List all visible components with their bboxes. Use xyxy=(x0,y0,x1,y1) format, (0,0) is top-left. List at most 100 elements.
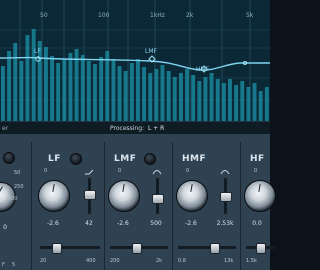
spectrum-bar xyxy=(13,43,18,121)
lf-q-fader[interactable] xyxy=(84,190,96,200)
hmf-freq-max: 13k xyxy=(224,258,234,264)
band-title-lf: LF xyxy=(48,154,61,164)
spectrum-bar xyxy=(203,77,208,121)
lf-freq-min: 20 xyxy=(40,258,47,264)
lmf-gain-zero: 0 xyxy=(118,168,122,174)
left-bottom-5: 5 xyxy=(12,262,16,268)
lmf-freq-slider[interactable] xyxy=(132,243,142,254)
node-label-lf: LF xyxy=(34,48,41,55)
hmf-freq-min: 0.8 xyxy=(178,258,186,264)
spectrum-bar xyxy=(228,79,232,121)
spectrum-bar xyxy=(191,75,196,121)
freq-label-50: 50 xyxy=(40,12,48,19)
spectrum-bar xyxy=(80,55,85,121)
control-panel: 50 250 500 0 F 5 LF 0 -2.6 42 20 400 LMF… xyxy=(0,134,276,270)
hf-freq-slider[interactable] xyxy=(256,243,266,254)
band-title-lmf: LMF xyxy=(114,154,137,164)
spectrum-bar xyxy=(19,61,24,121)
processing-label: Processing: xyxy=(110,125,145,132)
spectrum-bar xyxy=(1,66,5,121)
lf-freq-max: 400 xyxy=(86,258,96,264)
spectrum-bar xyxy=(99,57,104,121)
left-scale-500: 500 xyxy=(8,196,18,202)
input-bypass-button[interactable] xyxy=(3,152,15,164)
lf-gain-knob[interactable] xyxy=(38,180,70,212)
spectrum-bar xyxy=(105,51,110,121)
spectrum-bar xyxy=(68,53,73,121)
spectrum-bar xyxy=(258,91,263,121)
spectrum-bar xyxy=(179,73,183,121)
spectrum-bar xyxy=(142,67,146,121)
spectrum-bar xyxy=(50,56,54,121)
lmf-gain-knob[interactable] xyxy=(108,180,140,212)
lf-freq-slider[interactable] xyxy=(52,243,62,254)
hf-gain-value: 0.0 xyxy=(252,220,262,227)
spectrum-bar xyxy=(62,59,67,121)
spectrum-bar xyxy=(31,29,36,121)
processing-mode-select[interactable]: L + R xyxy=(148,125,164,132)
spectrum-bar xyxy=(252,83,257,121)
lf-gain-value: -2.6 xyxy=(47,220,59,227)
spectrum-bar xyxy=(111,59,116,121)
spectrum-bar xyxy=(209,73,214,121)
status-left-text: er xyxy=(2,125,9,132)
spectrum-bar xyxy=(221,83,226,121)
lowshelf-icon xyxy=(85,169,94,175)
hmf-gain-knob[interactable] xyxy=(176,180,208,212)
lmf-q-value: 500 xyxy=(150,220,162,227)
hmf-freq-slider[interactable] xyxy=(210,243,220,254)
hmf-freq-slider-track xyxy=(178,246,236,249)
spectrum-bar xyxy=(7,51,11,121)
spectrum-bar xyxy=(117,66,122,121)
lmf-gain-value: -2.6 xyxy=(117,220,129,227)
freq-label-5k: 5k xyxy=(246,12,254,19)
spectrum-bar xyxy=(154,69,159,121)
freq-label-2k: 2k xyxy=(186,12,194,19)
status-bar: er Processing: L + R xyxy=(0,121,270,135)
lmf-q-fader[interactable] xyxy=(152,194,164,204)
bell-icon xyxy=(152,170,162,175)
spectrum-bar xyxy=(148,73,153,121)
spectrum-bar xyxy=(136,59,140,121)
lmf-freq-min: 200 xyxy=(110,258,120,264)
hf-gain-zero: 0 xyxy=(254,168,258,174)
lf-q-value: 42 xyxy=(85,220,93,227)
lmf-freq-max: 2k xyxy=(156,258,163,264)
left-bottom-f: F xyxy=(2,262,5,268)
lmf-bypass-button[interactable] xyxy=(144,153,156,165)
spectrum-bar xyxy=(197,81,202,121)
spectrum-bar xyxy=(56,63,61,121)
spectrum-bar xyxy=(160,65,165,121)
spectrum-bar xyxy=(234,85,239,121)
spectrum-bar xyxy=(240,81,245,121)
hmf-gain-zero: 0 xyxy=(186,168,190,174)
hmf-q-fader[interactable] xyxy=(220,192,232,202)
lf-bypass-button[interactable] xyxy=(70,153,82,165)
hf-freq-min: 1.5k xyxy=(246,258,257,264)
spectrum-bar xyxy=(185,69,189,121)
left-scale-50: 50 xyxy=(14,170,21,176)
spectrum-bar xyxy=(93,64,97,121)
spectrum-bar xyxy=(129,63,134,121)
lf-freq-slider-track xyxy=(40,246,100,249)
left-value: 0 xyxy=(3,224,7,231)
hmf-gain-value: -2.6 xyxy=(185,220,197,227)
spectrum-bar xyxy=(215,79,220,121)
spectrum-bar xyxy=(86,61,91,121)
spectrum-bar xyxy=(25,35,30,121)
hf-gain-knob[interactable] xyxy=(244,180,276,212)
spectrum-bar xyxy=(166,71,171,121)
spectrum-bar xyxy=(172,77,177,121)
hmf-q-value: 2.53k xyxy=(216,220,234,227)
freq-label-100: 100 xyxy=(98,12,110,19)
node-label-hmf: HMF xyxy=(196,66,210,73)
bell-icon xyxy=(220,170,230,175)
band-title-hmf: HMF xyxy=(182,154,207,164)
freq-label-1khz: 1kHz xyxy=(150,12,165,19)
lf-gain-zero: 0 xyxy=(44,168,48,174)
left-scale-250: 250 xyxy=(14,184,24,190)
spectrum-bar xyxy=(246,87,251,121)
node-label-lmf: LMF xyxy=(145,48,157,55)
spectrum-bar xyxy=(264,87,269,121)
eq-analyzer-display[interactable]: 50 100 1kHz 2k 5k LF LMF HMF xyxy=(0,0,270,122)
